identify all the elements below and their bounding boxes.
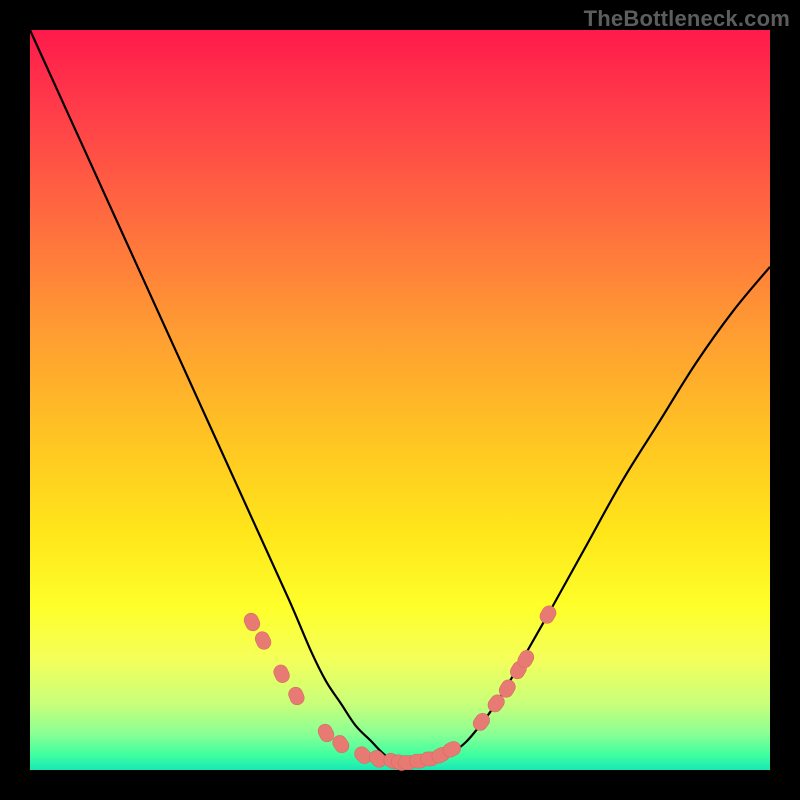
bottleneck-curve	[30, 30, 770, 763]
curve-marker	[286, 685, 306, 707]
curve-marker	[537, 603, 558, 626]
curve-marker	[242, 611, 262, 633]
curve-markers	[242, 603, 559, 773]
watermark-text: TheBottleneck.com	[584, 6, 790, 32]
curve-marker	[253, 629, 273, 651]
plot-area	[30, 30, 770, 770]
chart-frame: TheBottleneck.com	[0, 0, 800, 800]
curve-marker	[272, 663, 292, 685]
curve-svg	[30, 30, 770, 770]
